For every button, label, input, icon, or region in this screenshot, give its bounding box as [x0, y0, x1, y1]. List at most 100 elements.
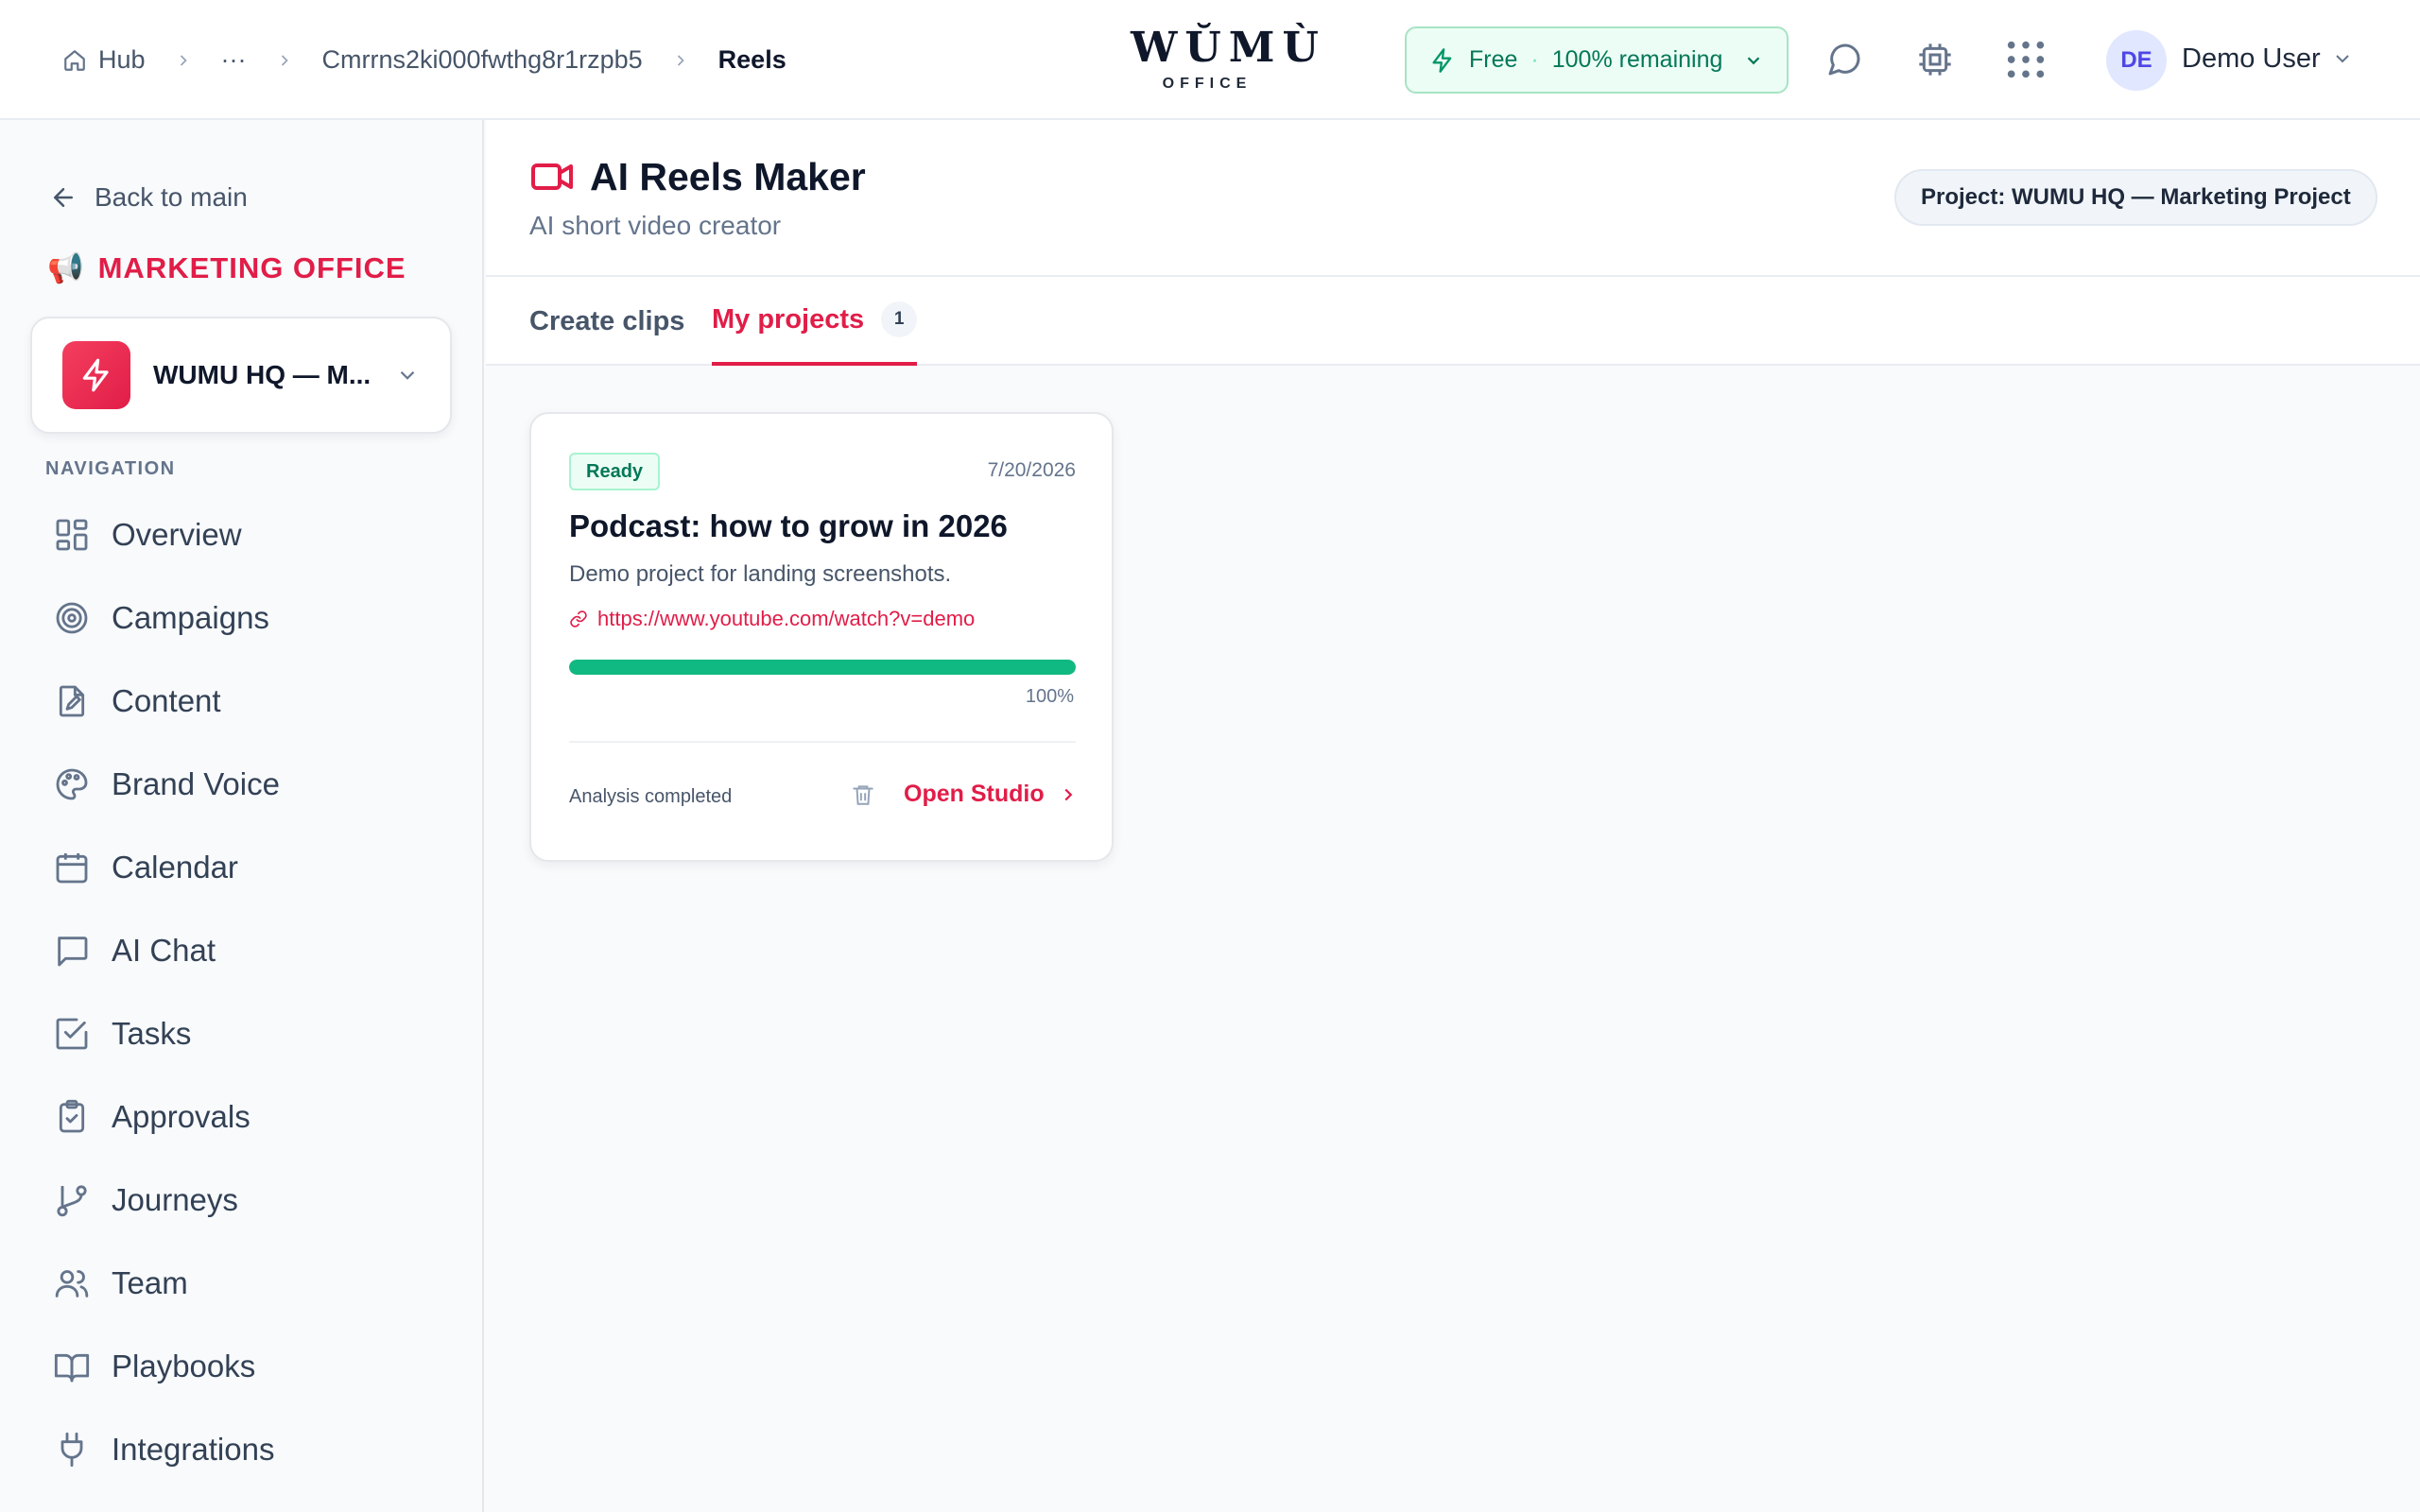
sidebar-item-playbooks[interactable]: Playbooks	[53, 1325, 280, 1408]
megaphone-icon: 📢	[47, 251, 85, 284]
chevron-right-icon	[174, 51, 193, 70]
workspace-selector[interactable]: WUMU HQ — M...	[30, 317, 452, 434]
sidebar-item-label: AI Chat	[112, 933, 216, 968]
card-divider	[569, 741, 1076, 743]
sidebar-item-calendar[interactable]: Calendar	[53, 826, 280, 909]
tab-count-badge: 1	[881, 301, 918, 337]
office-title: MARKETING OFFICE	[97, 250, 406, 284]
breadcrumb-current: Reels	[717, 45, 786, 74]
workspace-name: WUMU HQ — M...	[153, 360, 372, 389]
page-subtitle: AI short video creator	[529, 211, 782, 240]
project-card[interactable]: Ready 7/20/2026 Podcast: how to grow in …	[529, 412, 1114, 862]
palette-icon	[56, 768, 88, 800]
sidebar-item-label: Overview	[112, 517, 242, 552]
plan-remaining: 100% remaining	[1551, 46, 1723, 73]
page-title: AI Reels Maker	[529, 154, 866, 199]
progress-bar	[569, 660, 1076, 675]
plan-separator: ·	[1530, 46, 1539, 73]
sidebar-item-integrations[interactable]: Integrations	[53, 1408, 280, 1491]
chevron-down-icon	[1743, 50, 1764, 71]
book-open-icon	[54, 1353, 90, 1383]
sidebar-item-overview[interactable]: Overview	[53, 493, 280, 576]
avatar[interactable]: DE	[2106, 30, 2167, 91]
project-date: 7/20/2026	[987, 459, 1076, 481]
users-icon	[55, 1270, 89, 1297]
sidebar-item-campaigns[interactable]: Campaigns	[53, 576, 280, 660]
status-badge: Ready	[569, 453, 661, 490]
sidebar-item-label: Integrations	[112, 1432, 275, 1467]
zap-icon	[1432, 47, 1452, 73]
chevron-right-icon	[275, 51, 294, 70]
sidebar-item-team[interactable]: Team	[53, 1242, 280, 1325]
project-title: Podcast: how to grow in 2026	[569, 508, 1008, 543]
trash-icon[interactable]	[851, 782, 875, 807]
breadcrumb-hub-label: Hub	[98, 45, 146, 74]
page-title-text: AI Reels Maker	[590, 154, 866, 198]
back-label: Back to main	[95, 182, 248, 212]
office-heading: 📢 MARKETING OFFICE	[47, 250, 406, 285]
video-icon	[531, 163, 573, 190]
project-source-link[interactable]: https://www.youtube.com/watch?v=demo	[569, 607, 975, 631]
sidebar: Back to main 📢 MARKETING OFFICE WUMU HQ …	[0, 120, 484, 1512]
sidebar-item-label: Brand Voice	[112, 766, 280, 801]
sidebar-item-journeys[interactable]: Journeys	[53, 1159, 280, 1242]
home-icon	[64, 49, 85, 71]
project-description: Demo project for landing screenshots.	[569, 561, 952, 587]
breadcrumb-hub[interactable]: Hub	[62, 45, 146, 75]
sidebar-item-label: Campaigns	[112, 600, 269, 635]
file-edit-icon	[59, 685, 85, 717]
git-branch-icon	[57, 1185, 87, 1217]
tab-label: Create clips	[529, 305, 685, 336]
breadcrumb: Hub ··· Cmrrns2ki000fwthg8r1rzpb5 Reels	[62, 0, 786, 120]
sidebar-nav: Overview Campaigns Content Brand Voice C…	[53, 493, 280, 1491]
sidebar-item-label: Approvals	[112, 1099, 251, 1134]
open-studio-label: Open Studio	[904, 781, 1045, 807]
project-pill[interactable]: Project: WUMU HQ — Marketing Project	[1894, 169, 2377, 226]
sidebar-item-label: Playbooks	[112, 1349, 256, 1383]
link-icon	[570, 610, 587, 627]
open-studio-button[interactable]: Open Studio	[904, 781, 1079, 808]
sidebar-item-label: Tasks	[112, 1016, 192, 1051]
apps-grid-icon[interactable]	[2004, 38, 2048, 81]
analysis-status: Analysis completed	[569, 786, 733, 807]
sidebar-item-approvals[interactable]: Approvals	[53, 1075, 280, 1159]
layout-grid-icon	[56, 519, 88, 551]
logo-subtitle: OFFICE	[1162, 76, 1253, 92]
chevron-right-icon	[671, 51, 690, 70]
breadcrumb-id[interactable]: Cmrrns2ki000fwthg8r1rzpb5	[322, 45, 643, 75]
target-icon	[56, 602, 88, 634]
sidebar-item-brand-voice[interactable]: Brand Voice	[53, 743, 280, 826]
chevron-down-icon	[395, 363, 420, 387]
clipboard-check-icon	[59, 1099, 85, 1133]
workspace-badge	[62, 341, 130, 409]
back-to-main-link[interactable]: Back to main	[49, 182, 248, 213]
logo[interactable]: WŬMÙ OFFICE	[1131, 23, 1326, 93]
nav-section-label: NAVIGATION	[45, 458, 176, 479]
chat-icon[interactable]	[1823, 38, 1866, 81]
sidebar-item-ai-chat[interactable]: AI Chat	[53, 909, 280, 992]
progress-label: 100%	[1025, 686, 1074, 707]
sidebar-item-label: Content	[112, 683, 221, 718]
sidebar-item-label: Calendar	[112, 850, 238, 885]
logo-wordmark: WŬMÙ	[1131, 24, 1326, 72]
sidebar-item-content[interactable]: Content	[53, 660, 280, 743]
plan-name: Free	[1469, 46, 1518, 73]
top-header: Hub ··· Cmrrns2ki000fwthg8r1rzpb5 Reels …	[0, 0, 2420, 120]
sidebar-item-tasks[interactable]: Tasks	[53, 992, 280, 1075]
arrow-left-icon	[54, 188, 73, 207]
page-header: AI Reels Maker AI short video creator Pr…	[486, 120, 2420, 277]
breadcrumb-ellipsis[interactable]: ···	[221, 45, 247, 75]
plan-badge[interactable]: Free · 100% remaining	[1405, 26, 1789, 94]
chevron-right-icon	[1064, 788, 1072, 800]
calendar-icon	[56, 853, 88, 884]
chevron-down-icon[interactable]	[2331, 47, 2354, 75]
check-square-icon	[56, 1018, 88, 1050]
cpu-icon[interactable]	[1913, 38, 1957, 81]
tab-my-projects[interactable]: My projects 1	[712, 277, 918, 366]
progress-fill	[569, 660, 1076, 675]
user-name[interactable]: Demo User	[2182, 43, 2321, 75]
tab-create-clips[interactable]: Create clips	[529, 277, 684, 366]
tab-bar: Create clips My projects 1	[486, 277, 2420, 366]
plug-icon	[60, 1432, 83, 1468]
sidebar-item-label: Team	[112, 1265, 188, 1300]
